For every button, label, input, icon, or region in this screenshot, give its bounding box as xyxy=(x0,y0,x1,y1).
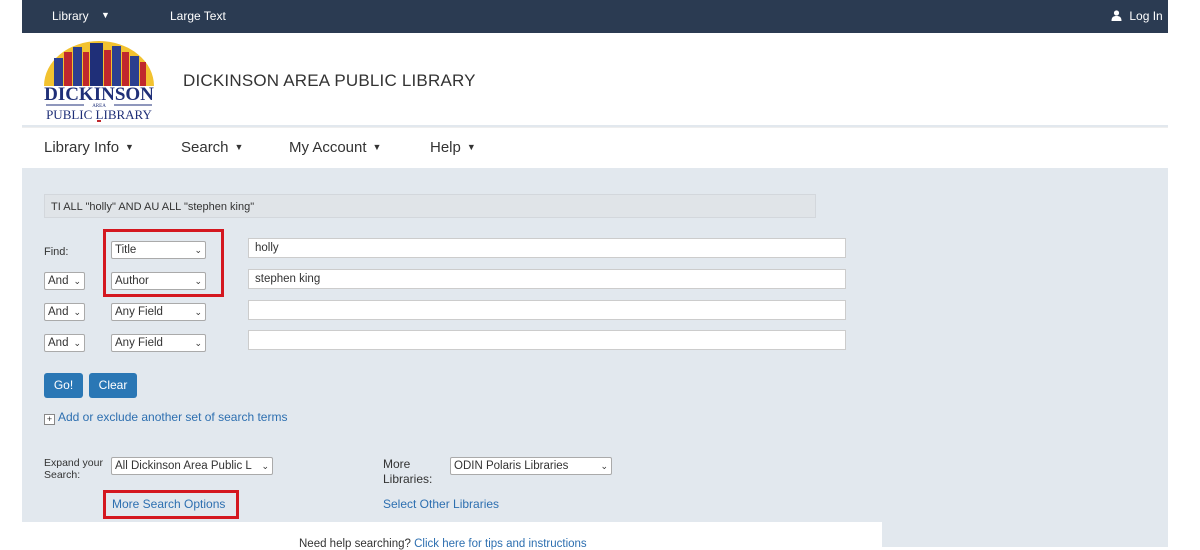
more-libraries-value: ODIN Polaris Libraries xyxy=(454,460,569,472)
operator-select-3[interactable]: And ⌄ xyxy=(44,303,85,321)
caret-down-icon: ▼ xyxy=(372,142,382,152)
chevron-down-icon: ⌄ xyxy=(73,338,81,348)
help-text: Need help searching? Click here for tips… xyxy=(299,538,587,550)
chevron-down-icon: ⌄ xyxy=(600,461,608,471)
expand-search-value: All Dickinson Area Public L xyxy=(115,460,252,472)
clear-button[interactable]: Clear xyxy=(89,373,137,398)
nav-label: Library Info xyxy=(44,139,120,156)
nav-label: Help xyxy=(430,139,461,156)
large-text-link[interactable]: Large Text xyxy=(170,9,226,23)
add-terms-link[interactable]: + Add or exclude another set of search te… xyxy=(44,410,287,425)
more-libraries-label: More Libraries: xyxy=(383,457,432,487)
library-menu[interactable]: Library ▼ xyxy=(52,9,110,23)
more-libraries-line2: Libraries: xyxy=(383,472,433,486)
nav-library-info[interactable]: Library Info ▼ xyxy=(44,139,134,156)
find-label: Find: xyxy=(44,246,69,258)
site-header: DICKINSON AREA PUBLIC LIBRARY DICKINSON … xyxy=(22,33,1168,125)
help-panel: Need help searching? Click here for tips… xyxy=(22,522,882,550)
search-term-input-3[interactable] xyxy=(248,300,846,320)
page-frame: Library ▼ Large Text Log In DICKINSON AR… xyxy=(22,0,1168,550)
search-term-input-1[interactable]: holly xyxy=(248,238,846,258)
library-menu-label: Library xyxy=(52,9,89,23)
select-other-libraries-link[interactable]: Select Other Libraries xyxy=(383,497,499,511)
nav-help[interactable]: Help ▼ xyxy=(430,139,476,156)
field-select-value: Any Field xyxy=(115,337,163,349)
search-term-input-2[interactable]: stephen king xyxy=(248,269,846,289)
chevron-down-icon: ⌄ xyxy=(194,307,202,317)
operator-select-4[interactable]: And ⌄ xyxy=(44,334,85,352)
highlight-box xyxy=(103,490,239,519)
nav-search[interactable]: Search ▼ xyxy=(181,139,243,156)
chevron-down-icon: ⌄ xyxy=(73,307,81,317)
nav-my-account[interactable]: My Account ▼ xyxy=(289,139,381,156)
help-link[interactable]: Click here for tips and instructions xyxy=(414,538,587,550)
operator-value: And xyxy=(48,275,69,287)
logo-text-bottom: PUBLIC LIBRARY xyxy=(46,107,152,122)
more-libraries-line1: More xyxy=(383,457,411,471)
go-button[interactable]: Go! xyxy=(44,373,83,398)
field-select-3[interactable]: Any Field ⌄ xyxy=(111,303,206,321)
more-libraries-select[interactable]: ODIN Polaris Libraries ⌄ xyxy=(450,457,612,475)
help-prefix: Need help searching? xyxy=(299,538,411,550)
caret-down-icon: ▼ xyxy=(125,142,134,152)
nav-label: My Account xyxy=(289,139,367,156)
chevron-down-icon: ⌄ xyxy=(194,338,202,348)
main-nav: Library Info ▼ Search ▼ My Account ▼ Help ▼ xyxy=(22,127,1168,168)
plus-icon: + xyxy=(44,414,55,425)
expand-search-select[interactable]: All Dickinson Area Public L ⌄ xyxy=(111,457,273,475)
caret-down-icon: ▼ xyxy=(466,142,476,152)
logo-text-top: DICKINSON xyxy=(44,84,154,105)
caret-down-icon: ▼ xyxy=(234,142,244,152)
operator-value: And xyxy=(48,306,69,318)
chevron-down-icon: ⌄ xyxy=(261,461,269,471)
caret-down-icon: ▼ xyxy=(101,10,110,20)
highlight-box xyxy=(103,229,224,297)
nav-label: Search xyxy=(181,139,229,156)
library-name: DICKINSON AREA PUBLIC LIBRARY xyxy=(183,71,476,90)
field-select-4[interactable]: Any Field ⌄ xyxy=(111,334,206,352)
operator-select-2[interactable]: And ⌄ xyxy=(44,272,85,290)
library-logo[interactable]: DICKINSON AREA PUBLIC LIBRARY xyxy=(38,38,160,122)
login-link[interactable]: Log In xyxy=(1111,9,1163,23)
user-icon xyxy=(1111,10,1122,21)
top-bar: Library ▼ Large Text Log In xyxy=(22,0,1168,33)
query-summary: TI ALL "holly" AND AU ALL "stephen king" xyxy=(44,194,816,218)
login-label: Log In xyxy=(1129,9,1163,23)
expand-label-line1: Expand your xyxy=(44,457,103,469)
expand-label-line2: Search: xyxy=(44,469,81,481)
add-terms-label: Add or exclude another set of search ter… xyxy=(58,410,288,424)
field-select-value: Any Field xyxy=(115,306,163,318)
operator-value: And xyxy=(48,337,69,349)
expand-search-label: Expand your Search: xyxy=(44,457,103,481)
chevron-down-icon: ⌄ xyxy=(73,276,81,286)
search-term-input-4[interactable] xyxy=(248,330,846,350)
